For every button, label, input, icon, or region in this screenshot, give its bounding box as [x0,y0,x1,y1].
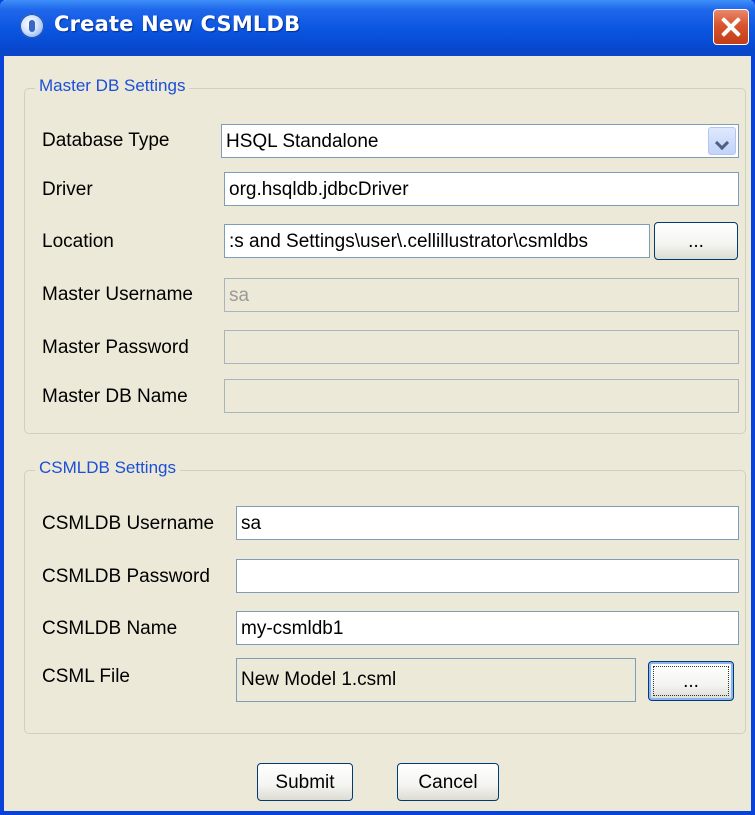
master-db-settings-label: Master DB Settings [35,76,190,96]
driver-input[interactable]: org.hsqldb.jdbcDriver [224,172,739,206]
master-username-input[interactable]: sa [224,278,739,312]
csmldb-username-input[interactable]: sa [236,506,739,540]
location-browse-button[interactable]: ... [654,222,738,260]
database-type-select[interactable]: HSQL Standalone [221,124,739,158]
submit-button[interactable]: Submit [257,763,353,801]
window-title: Create New CSMLDB [54,12,301,36]
master-db-name-label: Master DB Name [42,386,188,407]
csmldb-username-label: CSMLDB Username [42,513,215,534]
csmldb-name-label: CSMLDB Name [42,618,178,639]
csml-file-input[interactable]: New Model 1.csml [236,658,636,702]
csml-file-label: CSML File [42,666,130,687]
driver-label: Driver [42,179,93,200]
csmldb-settings-label: CSMLDB Settings [35,458,180,478]
create-csmldb-dialog: Create New CSMLDB Master DB Settings Dat… [0,0,755,815]
csmldb-name-input[interactable]: my-csmldb1 [236,611,739,645]
chevron-down-icon[interactable] [708,127,736,155]
app-icon [20,14,44,38]
master-db-name-input[interactable] [224,379,739,413]
database-type-label: Database Type [42,130,170,151]
location-input[interactable]: :s and Settings\user\.cellillustrator\cs… [224,224,650,258]
master-password-label: Master Password [42,337,189,358]
master-password-input[interactable] [224,330,739,364]
csml-file-browse-button[interactable]: ... [648,661,734,701]
master-username-label: Master Username [42,284,193,305]
title-bar[interactable]: Create New CSMLDB [0,0,755,56]
database-type-value: HSQL Standalone [226,131,379,152]
close-button[interactable] [713,9,749,45]
cancel-button[interactable]: Cancel [397,763,499,801]
location-label: Location [42,231,114,252]
csmldb-password-label: CSMLDB Password [42,566,210,587]
csmldb-password-input[interactable] [236,559,739,593]
